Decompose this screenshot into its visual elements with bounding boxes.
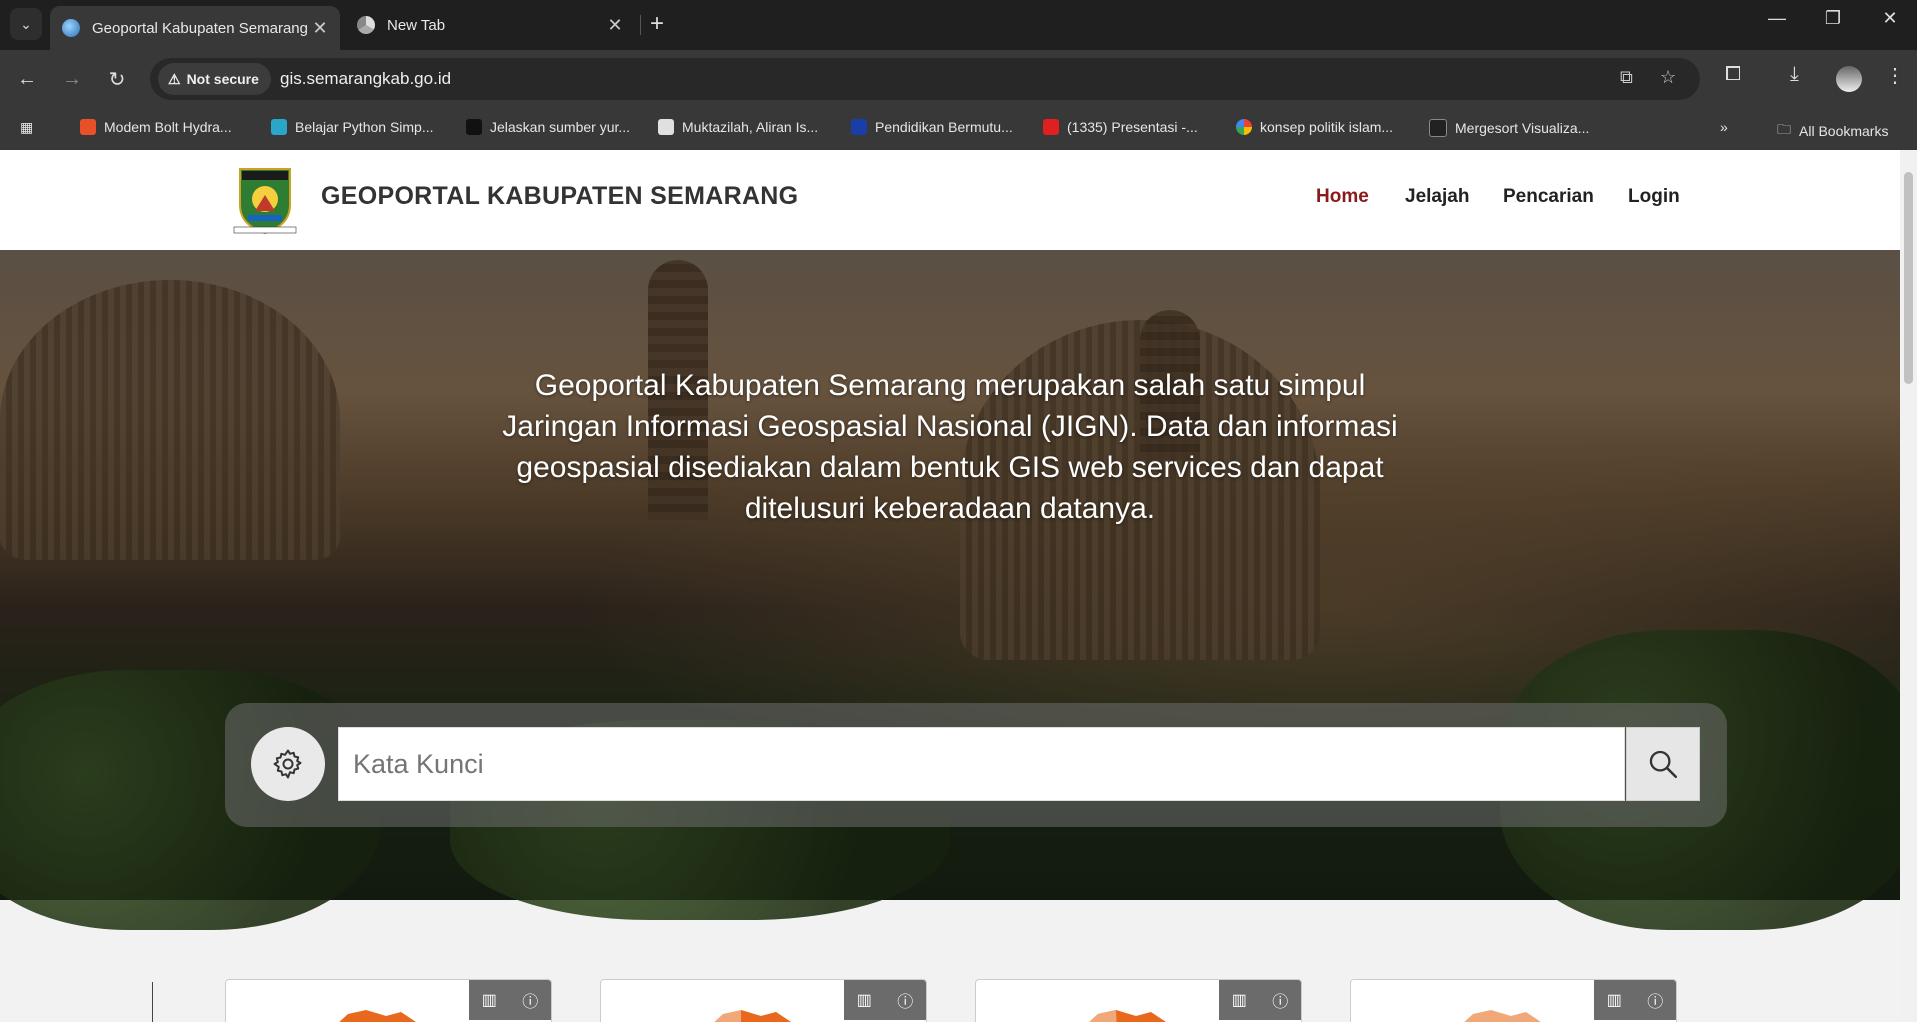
map-icon[interactable]: ▥	[482, 990, 497, 1010]
more-bookmarks-icon[interactable]: »	[1720, 119, 1728, 135]
bookmark-favicon-icon	[80, 119, 96, 135]
dataset-card[interactable]: ▥ ⓘ	[975, 979, 1302, 1022]
bookmark-item[interactable]: Muktazilah, Aliran Is...	[658, 119, 818, 135]
card-actions: ▥ ⓘ	[1219, 980, 1301, 1020]
bookmarks-bar: ▦ Modem Bolt Hydra... Belajar Python Sim…	[0, 108, 1917, 151]
url-text[interactable]: gis.semarangkab.go.id	[280, 69, 451, 89]
gear-icon	[273, 749, 302, 779]
card-actions: ▥ ⓘ	[469, 980, 551, 1020]
back-button[interactable]: ←	[11, 63, 43, 95]
nav-home[interactable]: Home	[1316, 186, 1369, 208]
info-icon[interactable]: ⓘ	[522, 988, 538, 1012]
bookmark-item[interactable]: konsep politik islam...	[1236, 119, 1393, 135]
bookmark-star-icon[interactable]: ☆	[1660, 67, 1676, 88]
nav-jelajah[interactable]: Jelajah	[1405, 186, 1469, 208]
browser-tab-bar: ⌄ Geoportal Kabupaten Semarang ✕ New Tab…	[0, 0, 1917, 50]
tab-search-button[interactable]: ⌄	[10, 8, 42, 40]
security-chip[interactable]: ⚠ Not secure	[158, 63, 271, 95]
tab-divider	[640, 15, 641, 35]
info-icon[interactable]: ⓘ	[1272, 988, 1288, 1012]
site-title[interactable]: GEOPORTAL KABUPATEN SEMARANG	[321, 182, 798, 211]
minimize-button[interactable]: —	[1757, 8, 1797, 29]
bookmark-favicon-icon	[271, 119, 287, 135]
all-bookmarks[interactable]: 🗀 All Bookmarks	[1777, 119, 1888, 143]
tab-geoportal[interactable]: Geoportal Kabupaten Semarang ✕	[50, 6, 340, 50]
map-thumbnail	[1451, 1010, 1541, 1022]
map-icon[interactable]: ▥	[1232, 990, 1247, 1010]
search-icon	[1649, 750, 1678, 779]
globe-icon	[62, 19, 80, 37]
page-scrollbar[interactable]	[1900, 150, 1917, 1022]
security-label: Not secure	[186, 71, 259, 87]
restore-button[interactable]: ❐	[1813, 8, 1853, 29]
warning-icon: ⚠	[168, 70, 181, 87]
youtube-icon	[1043, 119, 1059, 135]
nav-login[interactable]: Login	[1628, 186, 1680, 208]
new-tab-button[interactable]: +	[650, 10, 664, 38]
site-header: GEOPORTAL KABUPATEN SEMARANG Home Jelaja…	[0, 150, 1900, 251]
map-icon[interactable]: ▥	[857, 990, 872, 1010]
dataset-card[interactable]: ▥ ⓘ	[1350, 979, 1677, 1022]
terminal-icon	[1429, 119, 1447, 137]
hero-banner: Geoportal Kabupaten Semarang merupakan s…	[0, 250, 1900, 930]
reload-button[interactable]: ↻	[101, 63, 133, 95]
tab-new-tab[interactable]: New Tab ✕	[345, 6, 635, 44]
search-button[interactable]	[1626, 727, 1700, 801]
card-actions: ▥ ⓘ	[844, 980, 926, 1020]
extensions-icon[interactable]: ⧠	[1725, 63, 1741, 86]
search-settings-button[interactable]	[251, 727, 325, 801]
apps-icon[interactable]: ▦	[20, 119, 33, 136]
close-tab-icon[interactable]: ✕	[308, 18, 332, 39]
info-icon[interactable]: ⓘ	[897, 988, 913, 1012]
bookmark-item[interactable]: (1335) Presentasi -...	[1043, 119, 1198, 135]
google-icon	[1236, 119, 1252, 135]
download-icon[interactable]: ⤓	[1790, 63, 1799, 86]
scrollbar-thumb[interactable]	[1904, 172, 1913, 384]
map-thumbnail	[326, 1010, 416, 1022]
search-input[interactable]	[338, 727, 1625, 801]
search-panel	[225, 703, 1727, 827]
bookmark-item[interactable]: Belajar Python Simp...	[271, 119, 434, 135]
browser-toolbar: ← → ↻ ⚠ Not secure gis.semarangkab.go.id…	[0, 50, 1917, 108]
page-viewport: GEOPORTAL KABUPATEN SEMARANG Home Jelaja…	[0, 150, 1900, 1022]
map-thumbnail	[701, 1010, 791, 1022]
bookmark-item[interactable]: Mergesort Visualiza...	[1429, 119, 1589, 137]
address-bar[interactable]: ⚠ Not secure gis.semarangkab.go.id ⧉ ☆	[150, 58, 1700, 100]
forward-button[interactable]: →	[56, 63, 88, 95]
map-thumbnail	[1076, 1010, 1166, 1022]
bookmark-favicon-icon	[466, 119, 482, 135]
close-window-button[interactable]: ✕	[1870, 8, 1910, 29]
nav-pencarian[interactable]: Pencarian	[1503, 186, 1594, 208]
translate-icon[interactable]: ⧉	[1620, 67, 1633, 88]
chrome-icon	[357, 16, 375, 34]
bookmark-item[interactable]: Pendidikan Bermutu...	[851, 119, 1013, 135]
tab-title: Geoportal Kabupaten Semarang	[92, 19, 308, 37]
bookmark-favicon-icon	[851, 119, 867, 135]
menu-icon[interactable]: ⋮	[1885, 63, 1905, 88]
bookmark-item[interactable]: Modem Bolt Hydra...	[80, 119, 232, 135]
map-icon[interactable]: ▥	[1607, 990, 1622, 1010]
close-tab-icon[interactable]: ✕	[603, 15, 627, 36]
card-actions: ▥ ⓘ	[1594, 980, 1676, 1020]
bookmark-item[interactable]: Jelaskan sumber yur...	[466, 119, 630, 135]
bookmark-favicon-icon	[658, 119, 674, 135]
tab-title: New Tab	[387, 16, 446, 34]
kabupaten-semarang-logo[interactable]	[228, 165, 302, 237]
dataset-card[interactable]: ▥ ⓘ	[600, 979, 927, 1022]
divider-line	[152, 982, 153, 1022]
hero-description: Geoportal Kabupaten Semarang merupakan s…	[502, 369, 1398, 525]
profile-avatar[interactable]	[1836, 66, 1862, 92]
info-icon[interactable]: ⓘ	[1647, 988, 1663, 1012]
folder-icon: 🗀	[1777, 121, 1791, 137]
dataset-card[interactable]: ▥ ⓘ	[225, 979, 552, 1022]
